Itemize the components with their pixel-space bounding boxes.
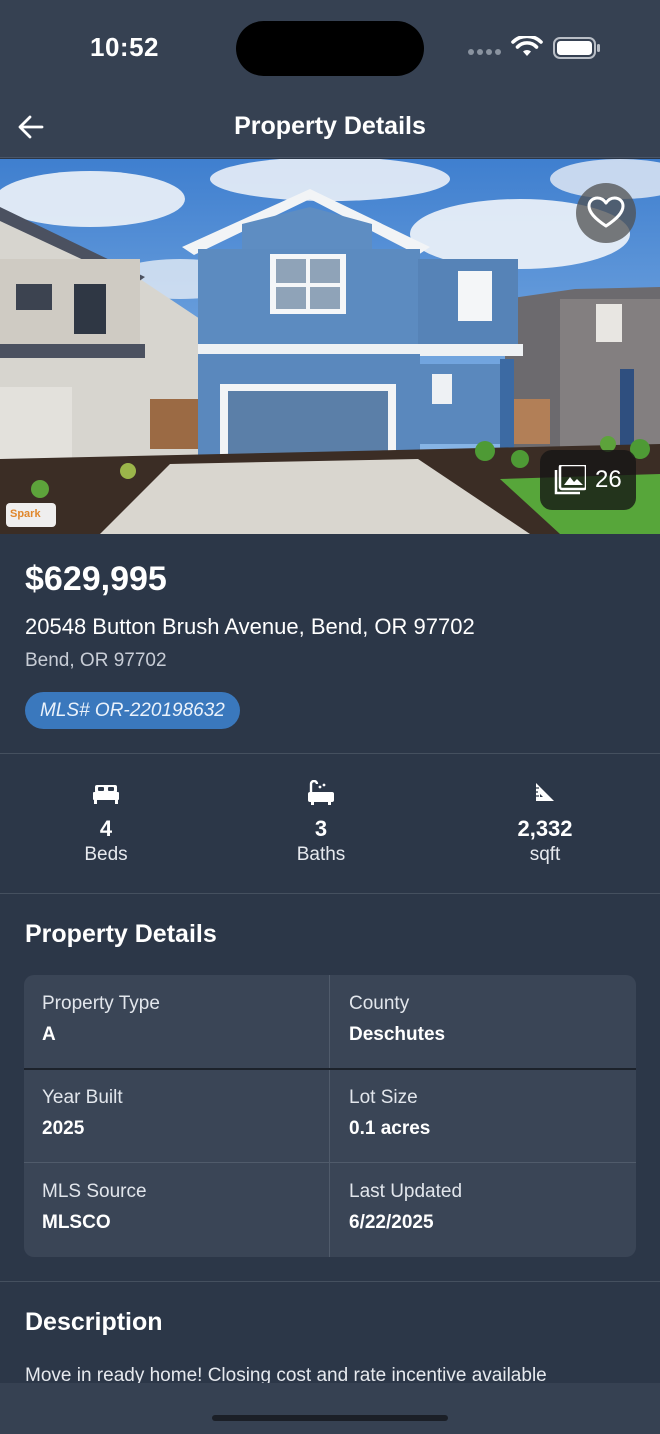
- stat-baths: 3 Baths: [251, 780, 391, 866]
- detail-label: Property Type: [42, 993, 160, 1014]
- stat-sqft: 2,332 sqft: [475, 780, 615, 866]
- home-indicator-area: [0, 1383, 660, 1434]
- grid-divider: [24, 1068, 636, 1070]
- detail-label: Last Updated: [349, 1181, 463, 1202]
- listing-city: Bend, OR 97702: [25, 650, 167, 671]
- section-title-description: Description: [25, 1308, 163, 1336]
- battery-icon: [553, 37, 600, 59]
- detail-cell: Year Built 2025: [24, 1069, 330, 1163]
- detail-label: Year Built: [42, 1087, 123, 1108]
- detail-label: County: [349, 993, 410, 1014]
- grid-divider: [24, 1162, 636, 1163]
- photo-count-button[interactable]: 26: [540, 450, 636, 510]
- gallery-icon: [554, 465, 586, 495]
- detail-cell: Lot Size 0.1 acres: [331, 1069, 636, 1163]
- stat-value: 2,332: [517, 816, 573, 841]
- stat-label: Baths: [296, 844, 346, 865]
- detail-label: MLS Source: [42, 1181, 147, 1202]
- detail-value: A: [42, 1024, 56, 1045]
- photo-count: 26: [595, 466, 622, 493]
- divider: [0, 893, 660, 894]
- details-grid: Property Type A County Deschutes Year Bu…: [24, 975, 636, 1257]
- watermark-logo: Spark: [6, 503, 56, 527]
- favorite-button[interactable]: [576, 183, 636, 243]
- section-title-details: Property Details: [25, 920, 217, 948]
- divider: [0, 753, 660, 754]
- stat-label: sqft: [529, 844, 561, 865]
- home-indicator[interactable]: [212, 1415, 448, 1421]
- detail-value: 2025: [42, 1118, 85, 1139]
- mls-badge: MLS# OR-220198632: [25, 692, 240, 729]
- stat-value: 4: [99, 816, 113, 841]
- nav-bar: Property Details: [0, 96, 660, 158]
- stat-label: Beds: [84, 844, 128, 865]
- listing-price: $629,995: [25, 560, 167, 598]
- bath-icon: [308, 780, 334, 805]
- detail-cell: County Deschutes: [331, 975, 636, 1069]
- wifi-icon: [511, 36, 543, 56]
- ruler-icon: [536, 783, 554, 801]
- stat-beds: 4 Beds: [36, 780, 176, 866]
- heart-icon: [587, 196, 625, 228]
- detail-value: 0.1 acres: [349, 1118, 431, 1139]
- cellular-signal-icon: [468, 49, 501, 55]
- grid-divider: [329, 975, 330, 1257]
- detail-value: Deschutes: [349, 1024, 446, 1045]
- listing-address: 20548 Button Brush Avenue, Bend, OR 9770…: [25, 614, 475, 639]
- page-title: Property Details: [234, 112, 426, 140]
- dynamic-island: [236, 21, 424, 76]
- bed-icon: [93, 785, 119, 804]
- detail-cell: Property Type A: [24, 975, 330, 1069]
- detail-value: 6/22/2025: [349, 1212, 434, 1233]
- status-time: 10:52: [90, 32, 159, 62]
- detail-cell: MLS Source MLSCO: [24, 1163, 330, 1257]
- stat-value: 3: [314, 816, 328, 841]
- status-bar: 10:52: [0, 0, 660, 96]
- detail-label: Lot Size: [349, 1087, 418, 1108]
- divider: [0, 1281, 660, 1282]
- detail-value: MLSCO: [42, 1212, 111, 1233]
- detail-cell: Last Updated 6/22/2025: [331, 1163, 636, 1257]
